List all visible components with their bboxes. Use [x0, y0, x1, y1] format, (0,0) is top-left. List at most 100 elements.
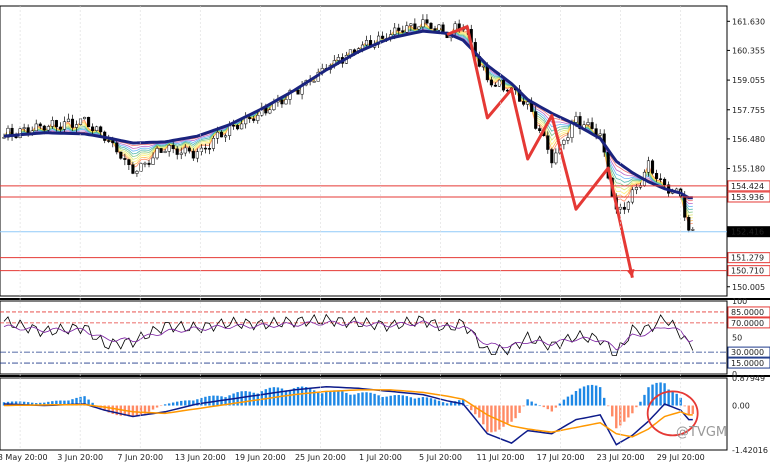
macd-histogram-bar [542, 405, 545, 408]
candle-body [683, 195, 687, 218]
macd-histogram-bar [184, 400, 187, 406]
candle-body [42, 125, 46, 131]
price-level-label: 154.424 [731, 182, 764, 191]
time-axis-label: 28 May 20:00 [0, 453, 48, 462]
macd-histogram-bar [526, 399, 529, 406]
macd-histogram-bar [421, 397, 425, 406]
macd-histogram-bar [260, 391, 263, 406]
candle-body [554, 152, 558, 164]
candle-body [312, 81, 316, 83]
candle-body [381, 35, 385, 39]
macd-histogram-bar [631, 405, 634, 414]
macd-histogram-bar [248, 391, 251, 406]
macd-tick-label: 0.00 [732, 402, 750, 411]
candle-body [159, 148, 163, 153]
candle-body [687, 217, 691, 231]
macd-histogram-bar [627, 405, 630, 418]
candle-body [78, 118, 83, 125]
candle-body [175, 148, 179, 155]
price-tick-label: 155.180 [732, 165, 765, 174]
macd-histogram-bar [675, 393, 678, 406]
candle-body [123, 158, 127, 160]
candle-body [135, 170, 139, 174]
time-axis-label: 13 Jun 20:00 [175, 453, 226, 462]
candle-body [659, 178, 663, 180]
macd-histogram-bar [546, 405, 549, 410]
macd-histogram-bar [562, 399, 566, 406]
candle-body [522, 101, 526, 105]
macd-histogram-bar [578, 388, 582, 406]
candle-body [493, 84, 497, 87]
price-level-label: 150.710 [731, 267, 764, 276]
candle-body [203, 147, 207, 150]
candle-body [111, 140, 115, 144]
macd-histogram-bar [159, 405, 163, 407]
candle-body [574, 116, 578, 123]
candle-body [248, 117, 252, 120]
candle-body [433, 28, 437, 31]
candle-body [34, 123, 38, 132]
candle-body [236, 125, 240, 130]
macd-histogram-bar [337, 390, 340, 406]
macd-histogram-bar [530, 401, 533, 406]
candle-body [38, 123, 42, 127]
macd-histogram-bar [470, 405, 473, 411]
macd-histogram-bar [188, 400, 191, 406]
candle-body [663, 178, 667, 186]
candle-body [586, 122, 590, 125]
macd-histogram-bar [445, 403, 449, 406]
chart-svg: 161.630 160.355 159.055 157.755 156.480 155.1… [0, 5, 770, 462]
candle-body [70, 118, 75, 128]
candle-body [489, 79, 493, 86]
rsi-tick-label: 100 [732, 297, 747, 306]
rsi-series-line [3, 313, 694, 357]
candle-body [151, 157, 155, 165]
macd-histogram-bar [377, 395, 380, 406]
macd-histogram-bar [284, 390, 288, 406]
candle-body [405, 25, 409, 33]
candle-body [393, 27, 397, 35]
macd-histogram-bar [639, 401, 642, 406]
macd-histogram-bar [361, 392, 364, 406]
candle-body [187, 147, 191, 152]
candle-body [598, 133, 602, 136]
macd-histogram-bar [212, 395, 215, 406]
time-axis-label: 7 Jun 20:00 [117, 453, 163, 462]
candle-body [191, 150, 195, 159]
macd-histogram-bar [514, 405, 517, 419]
macd-histogram-bar [663, 383, 666, 406]
macd-histogram-bar [321, 393, 324, 406]
candle-body [127, 159, 131, 165]
candle-body [421, 19, 425, 28]
macd-histogram-bar [506, 405, 509, 424]
candle-body [413, 23, 417, 30]
candle-body [252, 118, 256, 121]
macd-histogram-bar [393, 395, 396, 406]
time-axis-label: 23 Jul 20:00 [597, 453, 645, 462]
macd-histogram-bar [252, 392, 255, 406]
candle-body [195, 151, 199, 159]
candle-body [147, 162, 151, 165]
candle-body [481, 65, 485, 68]
macd-histogram-bar [176, 401, 179, 406]
macd-main-line [3, 386, 693, 446]
time-axis-label: 5 Jul 20:00 [419, 453, 462, 462]
candle-body [66, 118, 70, 122]
candle-body [646, 160, 651, 173]
macd-histogram-bar [308, 388, 312, 406]
candle-body [167, 145, 171, 152]
macd-histogram-bar [482, 405, 485, 425]
rsi-level-label: 30.0000 [731, 348, 764, 357]
macd-histogram-bar [304, 387, 308, 406]
candle-body [163, 151, 167, 153]
macd-histogram-bar [357, 393, 360, 406]
candle-body [550, 149, 554, 164]
macd-histogram-bar [574, 390, 578, 406]
candle-body [179, 152, 183, 155]
macd-histogram-bar [429, 398, 433, 406]
macd-histogram-bar [268, 387, 272, 406]
candle-body [336, 57, 340, 61]
candle-body [87, 116, 91, 128]
candle-body [91, 126, 95, 131]
macd-histogram-bar [518, 405, 521, 413]
